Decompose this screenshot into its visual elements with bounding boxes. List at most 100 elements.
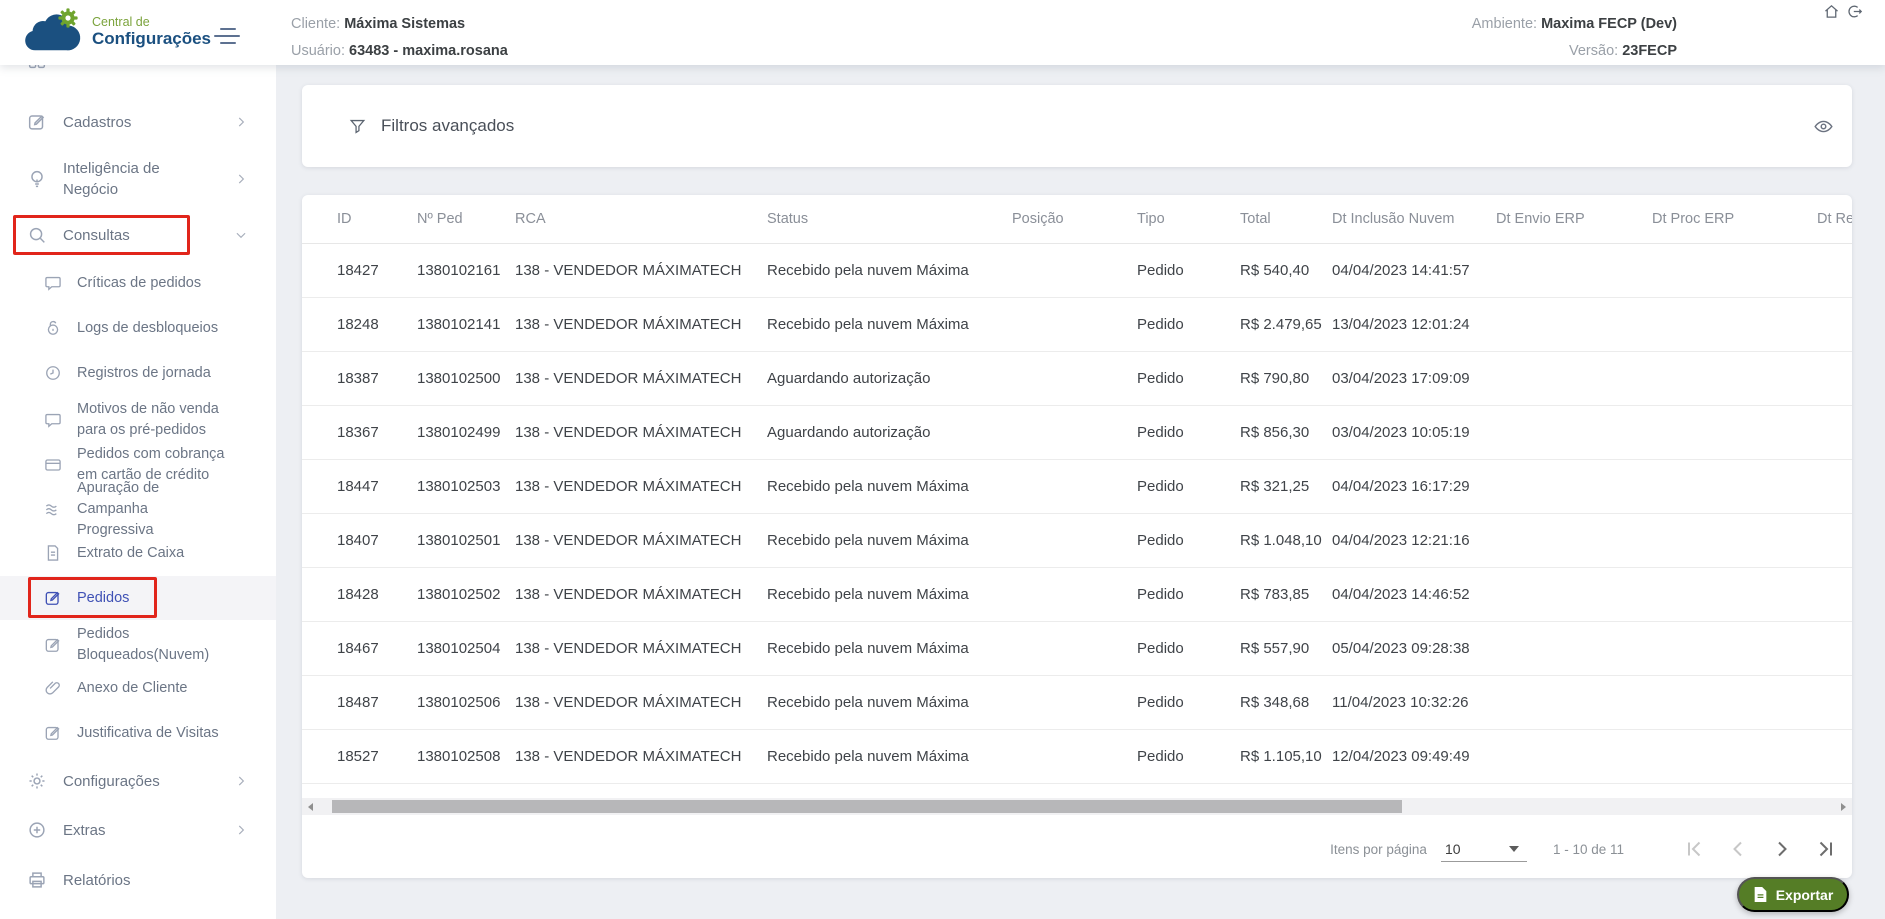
page-size-select[interactable]: 10 bbox=[1441, 836, 1527, 862]
cell-dt-retorno bbox=[1817, 405, 1852, 459]
col-nped[interactable]: Nº Ped bbox=[417, 195, 515, 243]
sidebar-item-inteligencia[interactable]: Inteligência de Negócio bbox=[0, 155, 276, 203]
table-row[interactable]: 18467 1380102504 138 - VENDEDOR MÁXIMATE… bbox=[302, 621, 1852, 675]
col-dt-envio[interactable]: Dt Envio ERP bbox=[1496, 195, 1652, 243]
table-row[interactable]: 18248 1380102141 138 - VENDEDOR MÁXIMATE… bbox=[302, 297, 1852, 351]
sidebar-subitem-logs-de-desbloqueios[interactable]: Logs de desbloqueios bbox=[0, 308, 276, 348]
first-page-icon[interactable] bbox=[1682, 837, 1706, 861]
cell-rca: 138 - VENDEDOR MÁXIMATECH bbox=[515, 351, 767, 405]
plus-circle-icon bbox=[25, 818, 49, 842]
export-button[interactable]: Exportar bbox=[1737, 877, 1849, 912]
cell-dt-envio bbox=[1496, 459, 1652, 513]
sidebar-subitem-label: Anexo de Cliente bbox=[77, 678, 227, 699]
cell-total: R$ 1.105,10 bbox=[1240, 729, 1332, 783]
cell-dt-inclusao: 04/04/2023 12:21:16 bbox=[1332, 513, 1496, 567]
cell-dt-proc bbox=[1652, 567, 1817, 621]
cell-tipo: Pedido bbox=[1137, 729, 1240, 783]
cell-dt-envio bbox=[1496, 513, 1652, 567]
table-row[interactable]: 18407 1380102501 138 - VENDEDOR MÁXIMATE… bbox=[302, 513, 1852, 567]
cell-dt-inclusao: 03/04/2023 10:05:19 bbox=[1332, 405, 1496, 459]
cell-id: 18428 bbox=[337, 567, 417, 621]
sidebar-item-extras[interactable]: Extras bbox=[0, 810, 276, 850]
ambiente-label: Ambiente: bbox=[1472, 16, 1537, 32]
edit-icon bbox=[25, 110, 49, 134]
col-dt-inclusao[interactable]: Dt Inclusão Nuvem bbox=[1332, 195, 1496, 243]
table-row[interactable]: 18428 1380102502 138 - VENDEDOR MÁXIMATE… bbox=[302, 567, 1852, 621]
edit-icon bbox=[42, 634, 64, 656]
cell-dt-retorno bbox=[1817, 621, 1852, 675]
cell-posicao bbox=[1012, 675, 1137, 729]
table-row[interactable]: 18527 1380102508 138 - VENDEDOR MÁXIMATE… bbox=[302, 729, 1852, 783]
chevron-right-icon bbox=[234, 172, 248, 186]
sidebar-subitem-label: Logs de desbloqueios bbox=[77, 318, 227, 339]
last-page-icon[interactable] bbox=[1814, 837, 1838, 861]
scroll-right-arrow-icon[interactable] bbox=[1835, 798, 1852, 815]
caret-down-icon bbox=[1509, 846, 1519, 852]
hamburger-menu-icon[interactable] bbox=[214, 27, 242, 47]
table-row[interactable]: 18367 1380102499 138 - VENDEDOR MÁXIMATE… bbox=[302, 405, 1852, 459]
sidebar-subitem-apuracao-campanha[interactable]: Apuração de Campanha Progressiva bbox=[0, 486, 276, 532]
previous-page-icon[interactable] bbox=[1726, 837, 1750, 861]
cell-nped: 1380102508 bbox=[417, 729, 515, 783]
cell-tipo: Pedido bbox=[1137, 351, 1240, 405]
cell-total: R$ 557,90 bbox=[1240, 621, 1332, 675]
cell-status: Recebido pela nuvem Máxima bbox=[767, 729, 1012, 783]
chevron-down-icon bbox=[234, 228, 248, 242]
sidebar-subitem-anexo-de-cliente[interactable]: Anexo de Cliente bbox=[0, 668, 276, 708]
sidebar-subitem-motivos-nao-venda[interactable]: Motivos de não venda para os pré-pedidos bbox=[0, 397, 276, 443]
table-row[interactable]: 18387 1380102500 138 - VENDEDOR MÁXIMATE… bbox=[302, 351, 1852, 405]
cell-dt-retorno bbox=[1817, 513, 1852, 567]
sidebar-subitem-registros-de-jornada[interactable]: Registros de jornada bbox=[0, 353, 276, 393]
cell-posicao bbox=[1012, 351, 1137, 405]
col-status[interactable]: Status bbox=[767, 195, 1012, 243]
cell-dt-retorno bbox=[1817, 297, 1852, 351]
next-page-icon[interactable] bbox=[1770, 837, 1794, 861]
gear-icon bbox=[25, 769, 49, 793]
paperclip-icon bbox=[42, 677, 64, 699]
file-export-icon bbox=[1753, 886, 1768, 903]
col-dt-proc[interactable]: Dt Proc ERP bbox=[1652, 195, 1817, 243]
usuario-value: 63483 - maxima.rosana bbox=[349, 43, 508, 59]
col-total[interactable]: Total bbox=[1240, 195, 1332, 243]
orders-table: ID Nº Ped RCA Status Posição Tipo Total … bbox=[302, 195, 1852, 784]
cell-dt-envio bbox=[1496, 351, 1652, 405]
sidebar-subitem-criticas-de-pedidos[interactable]: Críticas de pedidos bbox=[0, 263, 276, 303]
scrollbar-thumb[interactable] bbox=[332, 800, 1402, 813]
cell-dt-retorno bbox=[1817, 675, 1852, 729]
col-posicao[interactable]: Posição bbox=[1012, 195, 1137, 243]
col-tipo[interactable]: Tipo bbox=[1137, 195, 1240, 243]
cell-dt-proc bbox=[1652, 405, 1817, 459]
sidebar-item-cadastros[interactable]: Cadastros bbox=[0, 102, 276, 142]
printer-icon bbox=[25, 868, 49, 892]
clock-icon bbox=[42, 362, 64, 384]
logout-icon[interactable] bbox=[1846, 3, 1863, 20]
cell-rca: 138 - VENDEDOR MÁXIMATECH bbox=[515, 675, 767, 729]
table-row[interactable]: 18427 1380102161 138 - VENDEDOR MÁXIMATE… bbox=[302, 243, 1852, 297]
sidebar-item-relatorios[interactable]: Relatórios bbox=[0, 860, 276, 900]
sidebar-subitem-justificativa-visitas[interactable]: Justificativa de Visitas bbox=[0, 713, 276, 753]
cell-dt-inclusao: 05/04/2023 09:28:38 bbox=[1332, 621, 1496, 675]
horizontal-scrollbar[interactable] bbox=[302, 798, 1852, 815]
table-row[interactable]: 18487 1380102506 138 - VENDEDOR MÁXIMATE… bbox=[302, 675, 1852, 729]
sidebar-item-label: Inteligência de Negócio bbox=[63, 158, 215, 200]
sidebar-item-consultas[interactable]: Consultas bbox=[0, 215, 276, 255]
cell-dt-proc bbox=[1652, 351, 1817, 405]
sidebar-subitem-pedidos-bloqueados[interactable]: Pedidos Bloqueados(Nuvem) bbox=[0, 622, 276, 668]
scroll-left-arrow-icon[interactable] bbox=[302, 798, 319, 815]
comment-icon bbox=[42, 272, 64, 294]
col-rca[interactable]: RCA bbox=[515, 195, 767, 243]
sidebar-item-configuracoes[interactable]: Configurações bbox=[0, 761, 276, 801]
col-dt-retorno[interactable]: Dt Retorno ERP bbox=[1817, 195, 1852, 243]
cell-posicao bbox=[1012, 621, 1137, 675]
eye-icon[interactable] bbox=[1813, 116, 1834, 137]
app-logo[interactable]: Central de Configurações bbox=[22, 8, 211, 54]
advanced-filters-toggle[interactable]: Filtros avançados bbox=[302, 85, 1852, 167]
sidebar-subitem-label: Justificativa de Visitas bbox=[77, 723, 227, 744]
home-icon[interactable] bbox=[1823, 3, 1840, 20]
cell-dt-proc bbox=[1652, 297, 1817, 351]
table-row[interactable]: 18447 1380102503 138 - VENDEDOR MÁXIMATE… bbox=[302, 459, 1852, 513]
cell-tipo: Pedido bbox=[1137, 297, 1240, 351]
col-id[interactable]: ID bbox=[337, 195, 417, 243]
sidebar-subitem-pedidos[interactable]: Pedidos bbox=[0, 576, 276, 620]
sidebar-subitem-extrato-de-caixa[interactable]: Extrato de Caixa bbox=[0, 533, 276, 573]
